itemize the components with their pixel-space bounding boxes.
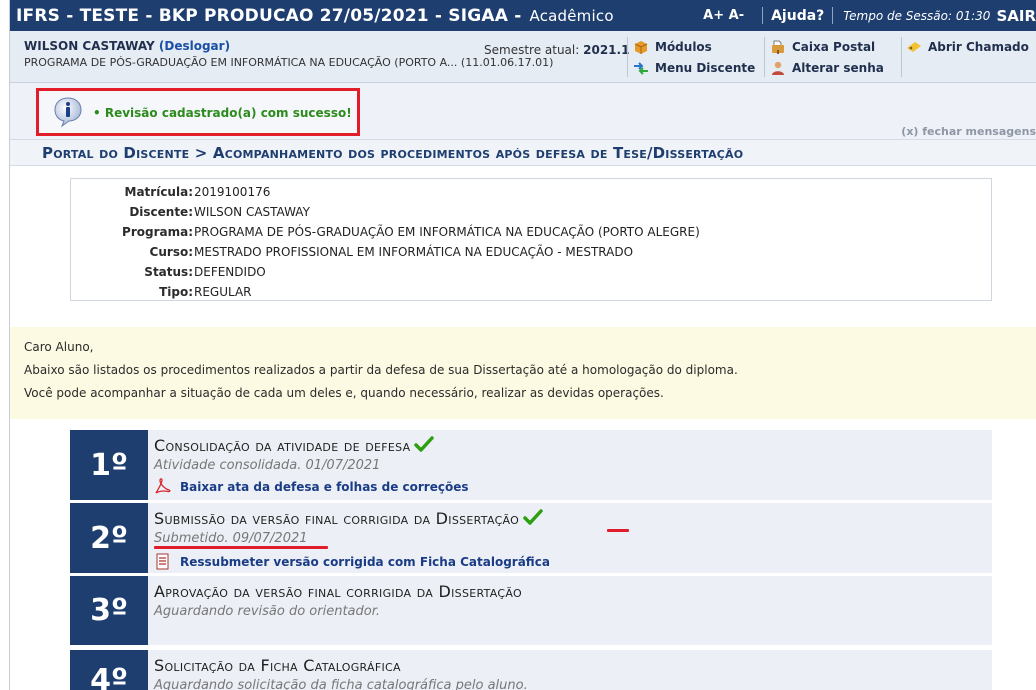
info-icon (54, 97, 82, 128)
page: IFRS - TESTE - BKP PRODUCAO 27/05/2021 -… (0, 0, 1036, 690)
step-4: 4º Solicitação da Ficha Catalográfica Ag… (70, 650, 992, 690)
student-menu[interactable]: Menu Discente (633, 59, 755, 77)
step-2: 2º Submissão da versão final corrigida d… (70, 503, 992, 573)
step-number: 4º (70, 650, 148, 690)
pdf-icon (155, 478, 171, 494)
step-title: Solicitação da Ficha Catalográfica (154, 656, 401, 675)
download-minutes-link[interactable]: Baixar ata da defesa e folhas de correçõ… (154, 478, 469, 495)
step-1: 1º Consolidação da atividade de defesa A… (70, 430, 992, 500)
user-key-icon (772, 61, 784, 75)
close-messages-link[interactable]: (x) fechar mensagens (901, 125, 1036, 138)
annotation-underline (607, 529, 629, 532)
check-icon (523, 509, 543, 525)
intro-greeting: Caro Aluno, (24, 340, 94, 354)
modules-icon (634, 41, 648, 54)
open-ticket-menu[interactable]: Abrir Chamado (906, 38, 1029, 56)
field-label: Matrícula: (124, 185, 193, 199)
divider (901, 37, 902, 77)
divider (832, 7, 834, 24)
divider (627, 37, 628, 77)
intro-line-2: Você pode acompanhar a situação de cada … (24, 386, 664, 400)
step-status: Atividade consolidada. 01/07/2021 (154, 458, 381, 473)
field-value: MESTRADO PROFISSIONAL EM INFORMÁTICA NA … (194, 245, 634, 259)
modules-menu[interactable]: Módulos (633, 38, 712, 56)
logout-button[interactable]: SAIR (996, 7, 1036, 25)
step-title: Consolidação da atividade de defesa (154, 436, 435, 455)
logout-link[interactable]: (Deslogar) (159, 39, 230, 53)
system-title: IFRS - TESTE - BKP PRODUCAO 27/05/2021 -… (16, 5, 614, 26)
step-status: Aguardando solicitação da ficha catalogr… (154, 678, 528, 690)
breadcrumb: Portal do Discente > Acompanhamento dos … (10, 139, 1036, 166)
step-number: 2º (70, 503, 148, 573)
session-timer: Tempo de Sessão: 01:30 (843, 8, 991, 23)
divider (762, 7, 764, 24)
step-number: 1º (70, 430, 148, 500)
help-link[interactable]: Ajuda? (771, 8, 824, 24)
field-label: Status: (144, 265, 193, 279)
step-number: 3º (70, 576, 148, 645)
field-value: REGULAR (194, 285, 252, 299)
success-message-box: • Revisão cadastrado(a) com sucesso! (36, 88, 360, 136)
info-row-program: Programa: PROGRAMA DE PÓS-GRADUAÇÃO EM IN… (71, 225, 993, 242)
info-row-student: Discente: WILSON CASTAWAY (71, 205, 993, 222)
info-row-status: Status: DEFENDIDO (71, 265, 993, 282)
module-name: Acadêmico (529, 6, 614, 25)
instructions-box: Caro Aluno, Abaixo são listados os proce… (10, 327, 1036, 419)
menu-arrows-icon (634, 62, 648, 75)
user-name: WILSON CASTAWAY (Deslogar) (24, 39, 231, 53)
field-value: 2019100176 (194, 185, 271, 199)
field-label: Discente: (129, 205, 193, 219)
font-size-controls[interactable]: A+ A- (703, 8, 744, 23)
field-value: WILSON CASTAWAY (194, 205, 310, 219)
divider (764, 37, 765, 77)
annotation-underline (154, 546, 328, 549)
info-row-enrollment: Matrícula: 2019100176 (71, 185, 993, 202)
field-label: Programa: (122, 225, 193, 239)
user-info-bar: WILSON CASTAWAY (Deslogar) PROGRAMA DE P… (10, 31, 1036, 83)
field-label: Tipo: (159, 285, 193, 299)
info-row-course: Curso: MESTRADO PROFISSIONAL EM INFORMÁTI… (71, 245, 993, 262)
ticket-icon (907, 42, 921, 52)
step-status: Submetido. 09/07/2021 (154, 531, 308, 546)
field-label: Curso: (149, 245, 193, 259)
check-icon (414, 436, 435, 452)
mailbox-icon (772, 40, 784, 54)
field-value: DEFENDIDO (194, 265, 266, 279)
field-value: PROGRAMA DE PÓS-GRADUAÇÃO EM INFORMÁTICA… (194, 225, 700, 239)
document-icon (156, 553, 169, 570)
message-area: • Revisão cadastrado(a) com sucesso! (x)… (10, 83, 1036, 139)
user-program: PROGRAMA DE PÓS-GRADUAÇÃO EM INFORMÁTICA… (24, 56, 554, 69)
change-password-menu[interactable]: Alterar senha (770, 59, 884, 77)
mailbox-menu[interactable]: Caixa Postal (770, 38, 875, 56)
left-edge (0, 0, 10, 690)
current-semester: Semestre atual: 2021.1 (484, 43, 630, 57)
resubmit-version-link[interactable]: Ressubmeter versão corrigida com Ficha C… (154, 553, 550, 570)
step-3: 3º Aprovação da versão final corrigida d… (70, 576, 992, 645)
step-status: Aguardando revisão do orientador. (154, 604, 381, 619)
success-message: • Revisão cadastrado(a) com sucesso! (93, 106, 352, 120)
intro-line-1: Abaixo são listados os procedimentos rea… (24, 363, 738, 377)
top-bar-right: A+ A- Ajuda? Tempo de Sessão: 01:30 SAIR (703, 0, 1036, 31)
top-bar: IFRS - TESTE - BKP PRODUCAO 27/05/2021 -… (10, 0, 1036, 31)
info-row-type: Tipo: REGULAR (71, 285, 993, 302)
step-title: Aprovação da versão final corrigida da D… (154, 582, 523, 601)
student-info-box: Matrícula: 2019100176 Discente: WILSON CAS… (70, 178, 992, 301)
step-title: Submissão da versão final corrigida da D… (154, 509, 543, 528)
